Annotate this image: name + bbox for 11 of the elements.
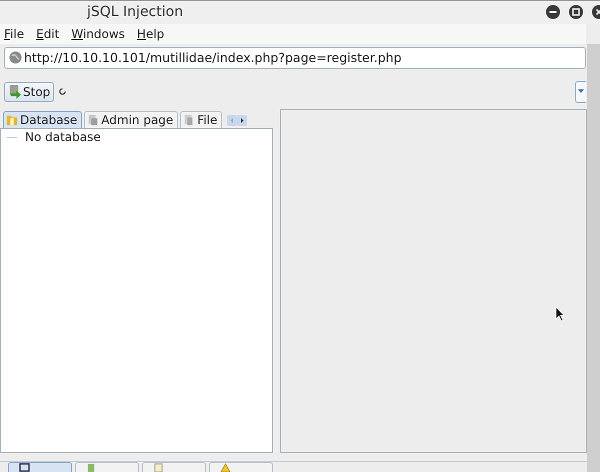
tab[interactable]: File (180, 110, 222, 128)
menu-item[interactable]: File (4, 26, 24, 41)
tab[interactable]: Admin page (84, 110, 178, 128)
url-field[interactable]: http://10.10.10.101/mutillidae/index.php?page=register.php (4, 46, 586, 69)
menu-item[interactable]: Windows (71, 26, 125, 41)
window-title: jSQL Injection (87, 4, 184, 20)
tree-item[interactable]: No database (25, 130, 101, 144)
menu-item[interactable]: Edit (36, 26, 60, 41)
stop-button[interactable]: Stop (4, 82, 54, 102)
menu-item[interactable]: Help (136, 26, 164, 41)
tab[interactable]: Database (3, 110, 82, 128)
